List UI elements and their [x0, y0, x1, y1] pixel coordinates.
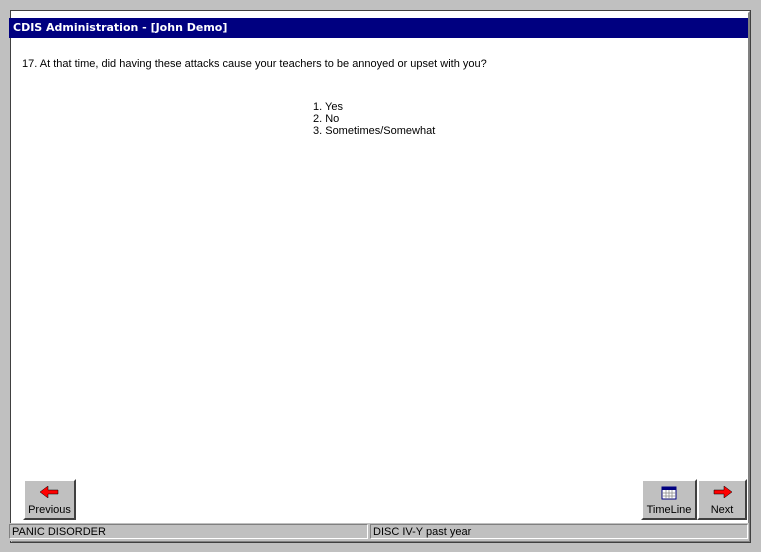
answer-option-sometimes[interactable]: 3. Sometimes/Somewhat [313, 125, 435, 137]
status-bar: PANIC DISORDER DISC IV-Y past year [9, 523, 749, 541]
timeline-label: TimeLine [646, 504, 692, 516]
calendar-icon [643, 486, 695, 500]
red-right-arrow-icon [699, 485, 745, 500]
answer-option-no[interactable]: 2. No [313, 113, 435, 125]
window-title: CDIS Administration - [John Demo] [9, 18, 748, 38]
status-module: PANIC DISORDER [9, 524, 368, 539]
answer-options: 1. Yes 2. No 3. Sometimes/Somewhat [313, 101, 435, 137]
status-version: DISC IV-Y past year [370, 524, 748, 539]
previous-label: Previous [28, 504, 71, 516]
answer-option-yes[interactable]: 1. Yes [313, 101, 435, 113]
previous-button[interactable]: Previous [23, 479, 76, 520]
next-button[interactable]: Next [697, 479, 747, 520]
timeline-button[interactable]: TimeLine [641, 479, 697, 520]
question-text: 17. At that time, did having these attac… [22, 58, 487, 70]
main-window [10, 10, 751, 543]
red-left-arrow-icon [25, 485, 74, 500]
next-label: Next [710, 504, 734, 516]
